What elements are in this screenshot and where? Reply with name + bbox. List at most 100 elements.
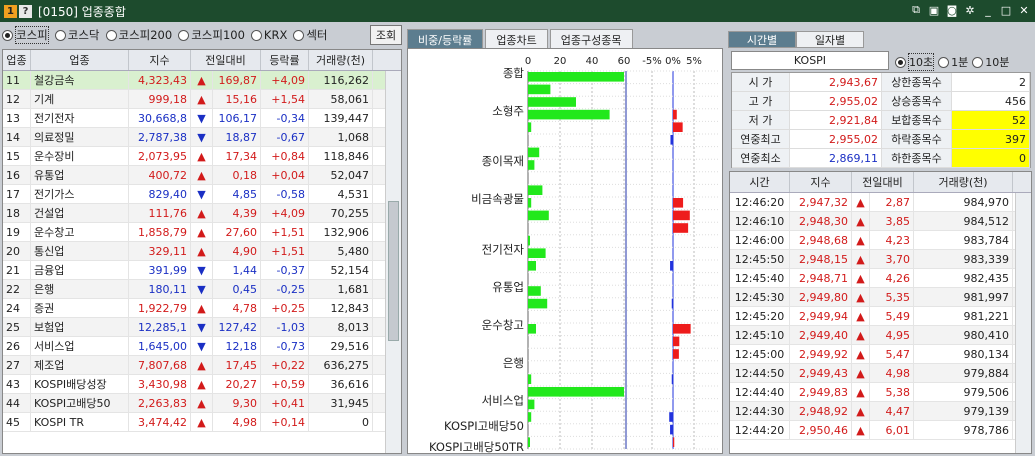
sector-index: 180,11: [129, 280, 191, 298]
tab-by-time[interactable]: 시간별: [728, 31, 796, 48]
col-code[interactable]: 업종: [3, 50, 31, 70]
camera-icon[interactable]: ◙: [945, 3, 959, 17]
table-row[interactable]: 13 전기전자 30,668,8 ▼ 106,17 -0,34 139,447: [3, 109, 401, 128]
tick-index: 2,949,40: [790, 326, 852, 344]
link-icon[interactable]: ⧉: [909, 3, 923, 17]
tick-change: 5,38: [870, 383, 914, 401]
summary-label: 연중최소: [732, 149, 790, 167]
tick-time: 12:45:40: [730, 269, 790, 287]
table-row[interactable]: 27 제조업 7,807,68 ▲ 17,45 +0,22 636,275: [3, 356, 401, 375]
market-radio-3[interactable]: 코스피100: [178, 27, 245, 43]
sector-code: 18: [3, 204, 31, 222]
sector-code: 19: [3, 223, 31, 241]
tab-by-date[interactable]: 일자별: [796, 31, 864, 48]
time-table-scrollbar[interactable]: [1015, 193, 1031, 453]
table-row[interactable]: 26 서비스업 1,645,00 ▼ 12,18 -0,73 29,516: [3, 337, 401, 356]
radio-dot-icon: [105, 29, 117, 41]
table-row[interactable]: 12:45:30 2,949,80 ▲ 5,35 981,997: [730, 288, 1031, 307]
sector-code: 13: [3, 109, 31, 127]
table-row[interactable]: 12 기계 999,18 ▲ 15,16 +1,54 58,061: [3, 90, 401, 109]
index-name-field[interactable]: KOSPI: [731, 51, 889, 70]
col-change[interactable]: 전일대비: [852, 172, 914, 192]
table-row[interactable]: 43 KOSPI배당성장 3,430,98 ▲ 20,27 +0,59 36,616: [3, 375, 401, 394]
sector-table-scrollbar[interactable]: [385, 71, 401, 453]
tick-index: 2,949,94: [790, 307, 852, 325]
table-row[interactable]: 15 운수장비 2,073,95 ▲ 17,34 +0,84 118,846: [3, 147, 401, 166]
table-row[interactable]: 12:44:40 2,949,83 ▲ 5,38 979,506: [730, 383, 1031, 402]
up-arrow-icon: ▲: [852, 383, 870, 401]
scrollbar-thumb[interactable]: [388, 201, 399, 341]
table-row[interactable]: 12:46:20 2,947,32 ▲ 2,87 984,970: [730, 193, 1031, 212]
table-row[interactable]: 11 철강금속 4,323,43 ▲ 169,87 +4,09 116,262: [3, 71, 401, 90]
table-row[interactable]: 24 증권 1,922,79 ▲ 4,78 +0,25 12,843: [3, 299, 401, 318]
table-row[interactable]: 12:45:20 2,949,94 ▲ 5,49 981,221: [730, 307, 1031, 326]
table-row[interactable]: 19 운수창고 1,858,79 ▲ 27,60 +1,51 132,906: [3, 223, 401, 242]
interval-radio-1[interactable]: 1분: [938, 53, 968, 71]
sector-rate: +4,09: [261, 204, 309, 222]
help-badge[interactable]: ?: [19, 4, 32, 18]
tab-sector-constituents[interactable]: 업종구성종목: [549, 29, 633, 49]
interval-radio-0[interactable]: 10초: [895, 53, 935, 71]
table-row[interactable]: 21 금융업 391,99 ▼ 1,44 -0,37 52,154: [3, 261, 401, 280]
table-row[interactable]: 45 KOSPI TR 3,474,42 ▲ 4,98 +0,14 0: [3, 413, 401, 432]
col-change[interactable]: 전일대비: [191, 50, 261, 70]
table-row[interactable]: 12:46:10 2,948,30 ▲ 3,85 984,512: [730, 212, 1031, 231]
table-row[interactable]: 18 건설업 111,76 ▲ 4,39 +4,09 70,255: [3, 204, 401, 223]
table-row[interactable]: 12:45:10 2,949,40 ▲ 4,95 980,410: [730, 326, 1031, 345]
rate-bar: [673, 437, 675, 447]
title-bar: 1 ? [0150] 업종종합 ⧉ ▣ ◙ ✲ _ □ ✕: [0, 0, 1035, 22]
table-row[interactable]: 12:44:20 2,950,46 ▲ 6,01 978,786: [730, 421, 1031, 440]
gear-icon[interactable]: ✲: [963, 3, 977, 17]
maximize-icon[interactable]: □: [999, 3, 1013, 17]
market-radio-4[interactable]: KRX: [250, 28, 287, 42]
sector-change: 1,44: [213, 261, 261, 279]
table-row[interactable]: 20 통신업 329,11 ▲ 4,90 +1,51 5,480: [3, 242, 401, 261]
up-arrow-icon: ▲: [852, 288, 870, 306]
market-radio-2[interactable]: 코스피200: [105, 27, 172, 43]
table-row[interactable]: 12:45:50 2,948,15 ▲ 3,70 983,339: [730, 250, 1031, 269]
col-volume[interactable]: 거래량(천): [914, 172, 1013, 192]
table-row[interactable]: 12:44:30 2,948,92 ▲ 4,47 979,139: [730, 402, 1031, 421]
sector-index: 7,807,68: [129, 356, 191, 374]
sector-change: 106,17: [213, 109, 261, 127]
sector-volume: 29,516: [309, 337, 373, 355]
market-radio-5[interactable]: 섹터: [293, 27, 328, 43]
col-time[interactable]: 시간: [730, 172, 790, 192]
screen-number-badge[interactable]: 1: [4, 4, 17, 18]
col-index[interactable]: 지수: [790, 172, 852, 192]
col-volume[interactable]: 거래량(천): [309, 50, 373, 70]
minimize-icon[interactable]: _: [981, 3, 995, 17]
query-button[interactable]: 조회: [370, 25, 402, 45]
market-radio-0[interactable]: 코스피: [2, 26, 49, 44]
table-row[interactable]: 14 의료정밀 2,787,38 ▼ 18,87 -0,67 1,068: [3, 128, 401, 147]
table-row[interactable]: 25 보험업 12,285,1 ▼ 127,42 -1,03 8,013: [3, 318, 401, 337]
table-row[interactable]: 22 은행 180,11 ▼ 0,45 -0,25 1,681: [3, 280, 401, 299]
sector-change: 4,85: [213, 185, 261, 203]
table-row[interactable]: 12:45:40 2,948,71 ▲ 4,26 982,435: [730, 269, 1031, 288]
table-row[interactable]: 44 KOSPI고배당50 2,263,83 ▲ 9,30 +0,41 31,945: [3, 394, 401, 413]
weight-bar: [528, 122, 532, 132]
col-rate[interactable]: 등락률: [261, 50, 309, 70]
sector-rate: +0,59: [261, 375, 309, 393]
sector-code: 24: [3, 299, 31, 317]
tick-time: 12:45:10: [730, 326, 790, 344]
table-row[interactable]: 12:45:00 2,949,92 ▲ 5,47 980,134: [730, 345, 1031, 364]
table-row[interactable]: 16 유통업 400,72 ▲ 0,18 +0,04 52,047: [3, 166, 401, 185]
interval-radio-2[interactable]: 10분: [972, 53, 1009, 71]
close-icon[interactable]: ✕: [1017, 3, 1031, 17]
col-index[interactable]: 지수: [129, 50, 191, 70]
table-row[interactable]: 12:44:50 2,949,43 ▲ 4,98 979,884: [730, 364, 1031, 383]
rate-bar: [670, 135, 673, 145]
save-icon[interactable]: ▣: [927, 3, 941, 17]
up-arrow-icon: ▲: [852, 326, 870, 344]
sector-volume: 0: [309, 413, 373, 431]
sector-change: 4,98: [213, 413, 261, 431]
sector-index: 12,285,1: [129, 318, 191, 336]
sector-rate: +4,09: [261, 71, 309, 89]
table-row[interactable]: 17 전기가스 829,40 ▼ 4,85 -0,58 4,531: [3, 185, 401, 204]
tab-weight-rate[interactable]: 비중/등락률: [407, 29, 484, 49]
tab-sector-chart[interactable]: 업종차트: [485, 29, 548, 49]
col-name[interactable]: 업종: [31, 50, 129, 70]
table-row[interactable]: 12:46:00 2,948,68 ▲ 4,23 983,784: [730, 231, 1031, 250]
market-radio-1[interactable]: 코스닥: [54, 27, 100, 43]
